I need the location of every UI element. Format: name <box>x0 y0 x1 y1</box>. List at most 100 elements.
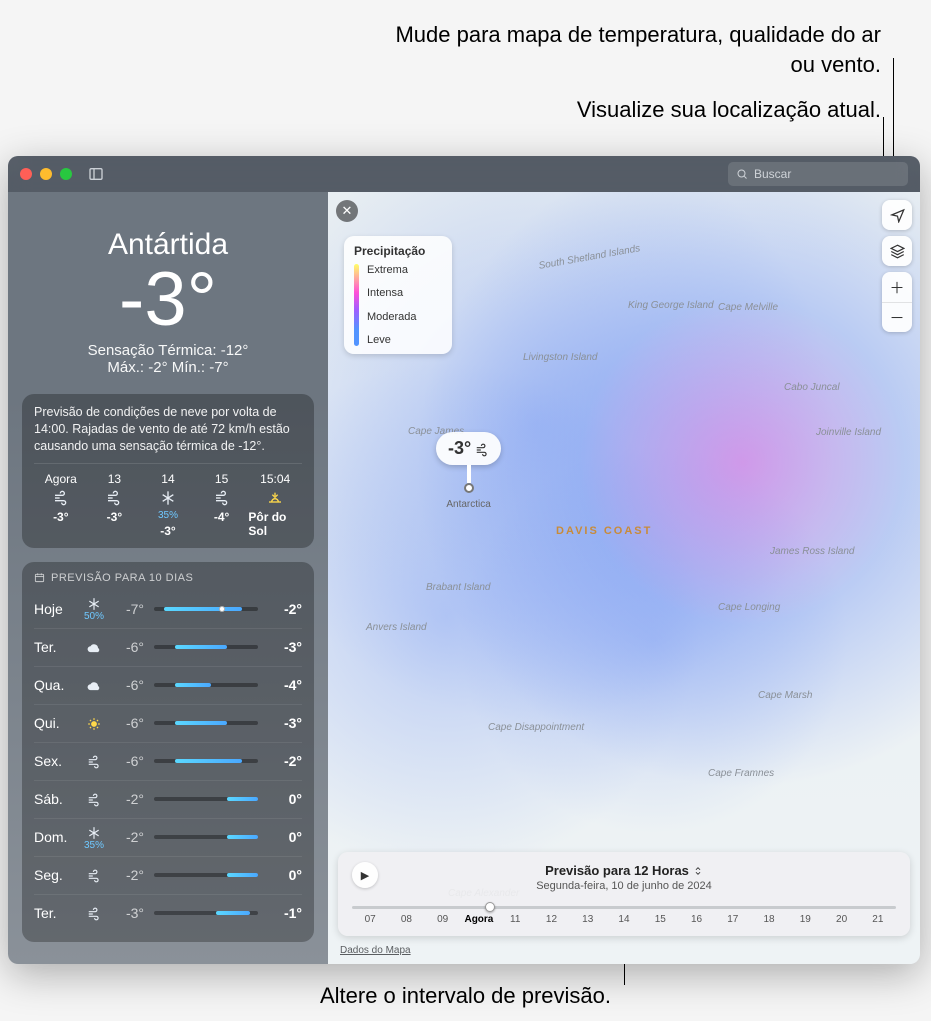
timeline-tick: Agora <box>461 914 497 925</box>
timeline-date: Segunda-feira, 10 de junho de 2024 <box>352 880 896 892</box>
legend-gradient <box>354 264 359 346</box>
calendar-icon <box>34 572 45 583</box>
forecast-timeline: ▶ Previsão para 12 Horas Segunda-feira, … <box>338 852 910 936</box>
cloud-icon <box>78 639 110 655</box>
wind-icon <box>78 867 110 883</box>
timeline-tick: 13 <box>570 914 606 925</box>
wind-icon <box>106 489 122 507</box>
tenday-row[interactable]: Qui. -6° -3° <box>34 704 302 742</box>
timeline-tick: 15 <box>642 914 678 925</box>
snow-icon <box>160 489 176 507</box>
timeline-tick: 08 <box>388 914 424 925</box>
tenday-row[interactable]: Seg. -2° 0° <box>34 856 302 894</box>
map-place-label: Cape Marsh <box>758 690 812 701</box>
tenday-row[interactable]: Ter. -6° -3° <box>34 628 302 666</box>
wind-icon <box>214 489 230 507</box>
map-place-label: Livingston Island <box>523 352 598 363</box>
timeline-tick: 17 <box>715 914 751 925</box>
tenday-header: PREVISÃO PARA 10 DIAS <box>34 572 302 584</box>
close-window-button[interactable] <box>20 168 32 180</box>
timeline-tick: 12 <box>533 914 569 925</box>
map-place-label: Anvers Island <box>366 622 427 633</box>
minimize-window-button[interactable] <box>40 168 52 180</box>
search-icon <box>736 168 748 180</box>
map-place-label: Cabo Juncal <box>784 382 840 393</box>
legend-level: Leve <box>367 334 417 346</box>
map-place-label: Brabant Island <box>426 582 491 593</box>
sun-icon <box>78 715 110 731</box>
annotation-location: Visualize sua localização atual. <box>381 95 881 125</box>
hourly-item[interactable]: 15:04 Pôr do Sol <box>248 472 302 538</box>
zoom-in-button[interactable]: ＋ <box>882 272 912 302</box>
chevron-up-down-icon <box>693 864 703 878</box>
tenday-row[interactable]: Sáb. -2° 0° <box>34 780 302 818</box>
map-data-link[interactable]: Dados do Mapa <box>340 945 411 956</box>
timeline-slider[interactable]: 070809Agora1112131415161718192021 <box>352 902 896 930</box>
precipitation-legend: Precipitação ExtremaIntensaModeradaLeve <box>344 236 452 354</box>
annotation-layers: Mude para mapa de temperatura, qualidade… <box>381 20 881 79</box>
window-controls <box>20 168 72 180</box>
map-place-label: James Ross Island <box>770 546 854 557</box>
legend-level: Intensa <box>367 287 417 299</box>
tenday-row[interactable]: Qua. -6° -4° <box>34 666 302 704</box>
search-placeholder: Buscar <box>754 167 791 181</box>
wind-icon <box>475 440 489 456</box>
weather-app-window: Buscar Antártida -3° Sensação Térmica: -… <box>8 156 920 964</box>
timeline-tick: 16 <box>678 914 714 925</box>
timeline-tick: 19 <box>787 914 823 925</box>
wind-icon <box>78 791 110 807</box>
timeline-tick: 09 <box>425 914 461 925</box>
timeline-tick: 18 <box>751 914 787 925</box>
forecast-range-selector[interactable]: Previsão para 12 Horas <box>545 863 703 878</box>
timeline-tick: 14 <box>606 914 642 925</box>
forecast-sidebar: Antártida -3° Sensação Térmica: -12° Máx… <box>8 192 328 964</box>
titlebar: Buscar <box>8 156 920 192</box>
annotation-range: Altere o intervalo de previsão. <box>0 981 931 1011</box>
tenday-row[interactable]: Dom. 35% -2° 0° <box>34 818 302 856</box>
search-input[interactable]: Buscar <box>728 162 908 186</box>
precipitation-map[interactable]: South Shetland IslandsKing George Island… <box>328 192 920 964</box>
fullscreen-window-button[interactable] <box>60 168 72 180</box>
hourly-item[interactable]: 13 -3° <box>88 472 142 538</box>
timeline-tick: 21 <box>860 914 896 925</box>
feels-like: Sensação Térmica: -12° <box>22 342 314 359</box>
sidebar-toggle-button[interactable] <box>88 165 104 183</box>
high-low: Máx.: -2° Mín.: -7° <box>22 359 314 376</box>
hourly-item[interactable]: 15 -4° <box>195 472 249 538</box>
tenday-row[interactable]: Sex. -6° -2° <box>34 742 302 780</box>
sunset-icon <box>267 489 283 507</box>
hourly-item[interactable]: 14 35% -3° <box>141 472 195 538</box>
timeline-tick: 11 <box>497 914 533 925</box>
timeline-tick: 20 <box>823 914 859 925</box>
current-temperature: -3° <box>22 262 314 338</box>
hourly-item[interactable]: Agora -3° <box>34 472 88 538</box>
tenday-row[interactable]: Ter. -3° -1° <box>34 894 302 932</box>
wind-icon <box>53 489 69 507</box>
wind-icon <box>78 753 110 769</box>
hourly-forecast-card[interactable]: Previsão de condições de neve por volta … <box>22 394 314 548</box>
snow-icon: 50% <box>78 595 110 622</box>
map-place-label: Cape Disappointment <box>488 722 584 733</box>
timeline-play-button[interactable]: ▶ <box>352 862 378 888</box>
map-place-label: Joinville Island <box>816 427 881 438</box>
locate-me-button[interactable] <box>882 200 912 230</box>
map-place-label: Cape Framnes <box>708 768 774 779</box>
timeline-thumb[interactable] <box>485 902 495 912</box>
map-place-label: DAVIS COAST <box>556 525 652 537</box>
map-place-label: King George Island <box>628 300 714 311</box>
legend-level: Moderada <box>367 311 417 323</box>
tenday-forecast-card[interactable]: PREVISÃO PARA 10 DIAS Hoje 50% -7° -2°Te… <box>22 562 314 942</box>
zoom-out-button[interactable]: － <box>882 302 912 332</box>
map-layers-button[interactable] <box>882 236 912 266</box>
snow-icon: 35% <box>78 823 110 850</box>
legend-level: Extrema <box>367 264 417 276</box>
conditions-summary: Previsão de condições de neve por volta … <box>34 404 302 464</box>
wind-icon <box>78 905 110 921</box>
close-map-button[interactable]: ✕ <box>336 200 358 222</box>
timeline-tick: 07 <box>352 914 388 925</box>
tenday-row[interactable]: Hoje 50% -7° -2° <box>34 590 302 628</box>
map-place-label: Cape Longing <box>718 602 780 613</box>
cloud-icon <box>78 677 110 693</box>
current-location-pin[interactable]: -3° Antarctica <box>436 432 501 510</box>
map-place-label: Cape Melville <box>718 302 778 313</box>
